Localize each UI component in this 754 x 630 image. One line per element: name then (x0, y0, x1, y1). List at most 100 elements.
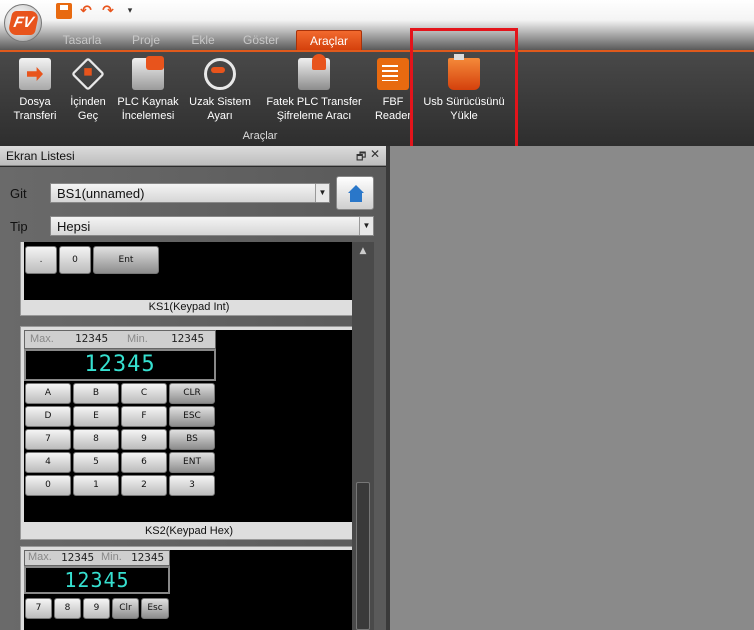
panel-title: Ekran Listesi (6, 149, 75, 163)
keypad-key: 9 (121, 429, 167, 450)
keypad-key: 7 (25, 429, 71, 450)
tab-tasarla[interactable]: Tasarla (57, 30, 107, 50)
button-label-line2: Reader (374, 110, 412, 122)
app-logo-text: FV (7, 11, 40, 35)
keypad-key: 9 (83, 598, 110, 619)
keypad-key: C (121, 383, 167, 404)
keypad-key: 6 (121, 452, 167, 473)
screen-caption: KS2(Keypad Hex) (144, 525, 234, 537)
min-value: 12345 (171, 332, 205, 345)
button-label-line1: PLC Kaynak (117, 96, 179, 108)
file-transfer-button[interactable]: Dosya Transferi (8, 58, 62, 123)
title-bar: FV ↶ ↷ ▾ Tasarla Proje Ekle Göster Araçl… (0, 0, 754, 50)
screen-preview-list: . 0 Ent KS1(Keypad Int) Max. 12345 Min. … (10, 242, 362, 630)
scroll-thumb[interactable] (356, 482, 370, 630)
min-label: Min. (101, 551, 122, 563)
max-label: Max. (28, 551, 52, 563)
range-display: Max. 12345 Min. 12345 (24, 330, 216, 349)
keypad-key: . (25, 246, 57, 274)
tab-proje[interactable]: Proje (125, 30, 167, 50)
fatek-encrypt-button[interactable]: Fatek PLC Transfer Şifreleme Aracı (262, 54, 366, 123)
ribbon: Dosya Transferi İçinden Geç PLC Kaynak İ… (0, 50, 754, 146)
tip-select-value: Hepsi (57, 219, 91, 234)
keypad-key: 3 (169, 475, 215, 496)
git-select[interactable]: BS1(unnamed) ▼ (50, 183, 330, 203)
keypad-key: BS (169, 429, 215, 450)
tab-araclar[interactable]: Araçlar (296, 30, 362, 50)
button-label-line1: Uzak Sistem (189, 96, 251, 108)
min-value: 12345 (131, 551, 165, 564)
button-label-line1: Fatek PLC Transfer (266, 96, 362, 108)
screen-canvas: . 0 Ent (24, 242, 354, 300)
button-label-line2: Şifreleme Aracı (276, 110, 352, 122)
keypad-key: Ent (93, 246, 159, 274)
workspace-area[interactable] (386, 146, 754, 630)
app-logo[interactable]: FV (4, 4, 42, 42)
redo-icon[interactable]: ↷ (100, 3, 116, 19)
keypad-key: Clr (112, 598, 139, 619)
panel-header: Ekran Listesi 🗗 ✕ (0, 146, 386, 166)
keypad-key: B (73, 383, 119, 404)
keypad-key: 5 (73, 452, 119, 473)
tab-goster[interactable]: Göster (238, 30, 284, 50)
plc-resource-button[interactable]: PLC Kaynak İncelemesi (114, 56, 182, 123)
keypad-key: E (73, 406, 119, 427)
tip-label: Tip (10, 219, 28, 234)
save-icon[interactable] (56, 3, 72, 19)
keypad-key: ENT (169, 452, 215, 473)
screen-preview-ks1[interactable]: . 0 Ent KS1(Keypad Int) (20, 242, 358, 316)
git-label: Git (10, 186, 27, 201)
pass-through-icon (71, 57, 105, 91)
keypad-key: CLR (169, 383, 215, 404)
keypad-key: ESC (169, 406, 215, 427)
button-label-line1: Dosya (19, 96, 51, 108)
keypad-key: 7 (25, 598, 52, 619)
usb-driver-install-button[interactable]: Usb Sürücüsünü Yükle (418, 54, 510, 123)
max-value: 12345 (75, 332, 109, 345)
button-label-line1: Usb Sürücüsünü (423, 96, 505, 108)
fbf-reader-icon (377, 58, 409, 90)
keypad-key: A (25, 383, 71, 404)
plc-resource-icon (132, 56, 164, 90)
keypad-key: 8 (73, 429, 119, 450)
undo-icon[interactable]: ↶ (78, 3, 94, 19)
fbf-reader-button[interactable]: FBF Reader (370, 58, 416, 123)
keypad-key: Esc (141, 598, 169, 619)
file-transfer-icon (19, 58, 51, 90)
tab-ekle[interactable]: Ekle (186, 30, 220, 50)
pass-through-button[interactable]: İçinden Geç (64, 57, 112, 123)
value-display: 12345 (24, 349, 216, 381)
chevron-down-icon[interactable]: ▼ (315, 184, 329, 202)
button-label-line2: Transferi (13, 110, 57, 122)
value-display: 12345 (24, 566, 170, 594)
scroll-up-arrow-icon[interactable]: ▲ (352, 242, 374, 260)
range-display: Max. 12345 Min. 12345 (24, 550, 170, 566)
close-panel-icon[interactable]: ✕ (370, 147, 380, 161)
keypad-key: F (121, 406, 167, 427)
screen-preview-ks2[interactable]: Max. 12345 Min. 12345 12345 A B C CLR D … (20, 326, 358, 540)
tip-select[interactable]: Hepsi ▼ (50, 216, 374, 236)
keypad-key: 2 (121, 475, 167, 496)
max-label: Max. (30, 333, 54, 345)
screen-canvas: Max. 12345 Min. 12345 12345 7 8 9 Clr Es… (24, 550, 354, 630)
float-panel-icon[interactable]: 🗗 (356, 148, 366, 167)
customize-quick-access-icon[interactable]: ▾ (122, 3, 138, 19)
button-label-line2: Yükle (450, 110, 478, 122)
screen-caption: KS1(Keypad Int) (148, 301, 230, 313)
remote-system-button[interactable]: Uzak Sistem Ayarı (186, 58, 254, 123)
keypad-key: D (25, 406, 71, 427)
button-label-line1: İçinden (70, 96, 106, 108)
preview-scrollbar[interactable]: ▲ (352, 242, 374, 630)
home-button[interactable] (336, 176, 374, 210)
screen-preview-ks3[interactable]: Max. 12345 Min. 12345 12345 7 8 9 Clr Es… (20, 546, 358, 630)
min-label: Min. (127, 333, 148, 345)
ribbon-group-label: Araçlar (242, 130, 278, 142)
keypad-key: 0 (59, 246, 91, 274)
button-label-line1: FBF (382, 96, 404, 108)
remote-system-icon (204, 58, 236, 90)
keypad-key: 0 (25, 475, 71, 496)
chevron-down-icon[interactable]: ▼ (359, 217, 373, 235)
screen-canvas: Max. 12345 Min. 12345 12345 A B C CLR D … (24, 330, 354, 522)
button-label-line2: Geç (77, 110, 99, 122)
button-label-line2: İncelemesi (121, 110, 175, 122)
